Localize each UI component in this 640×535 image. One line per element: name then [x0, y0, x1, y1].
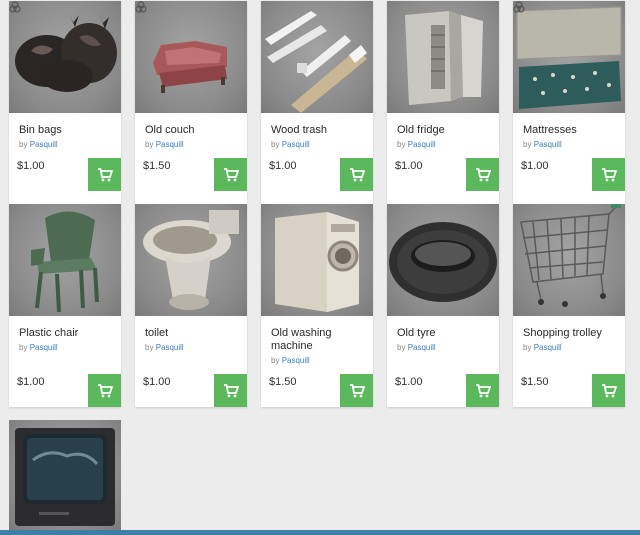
byline-prefix: by — [271, 356, 280, 365]
product-card[interactable]: Wood trash by Pasquill $1.00 — [261, 1, 373, 204]
product-byline: by Pasquill — [397, 140, 436, 149]
bottom-bar — [0, 530, 640, 535]
author-link[interactable]: Pasquill — [30, 343, 58, 352]
cart-icon — [223, 167, 239, 181]
add-to-cart-button[interactable] — [592, 374, 625, 407]
author-link[interactable]: Pasquill — [156, 140, 184, 149]
author-link[interactable]: Pasquill — [156, 343, 184, 352]
byline-prefix: by — [19, 343, 28, 352]
product-card[interactable]: Old washing machine by Pasquill $1.50 — [261, 204, 373, 407]
cart-icon — [475, 383, 491, 397]
product-card[interactable]: Shopping trolley by Pasquill $1.50 — [513, 204, 625, 407]
byline-prefix: by — [523, 140, 532, 149]
product-byline: by Pasquill — [271, 356, 310, 365]
product-price: $1.00 — [521, 160, 549, 172]
old-fridge-image[interactable] — [387, 1, 499, 113]
product-card[interactable]: Old fridge by Pasquill $1.00 — [387, 1, 499, 204]
product-title[interactable]: Wood trash — [271, 124, 367, 137]
product-title[interactable]: Plastic chair — [19, 327, 115, 340]
product-price: $1.00 — [17, 160, 45, 172]
add-to-cart-button[interactable] — [466, 374, 499, 407]
product-card[interactable]: Old couch by Pasquill $1.50 — [135, 1, 247, 204]
product-title[interactable]: Old tyre — [397, 327, 493, 340]
add-to-cart-button[interactable] — [88, 158, 121, 191]
byline-prefix: by — [397, 140, 406, 149]
author-link[interactable]: Pasquill — [282, 140, 310, 149]
product-title[interactable]: Old fridge — [397, 124, 493, 137]
author-link[interactable]: Pasquill — [408, 343, 436, 352]
byline-prefix: by — [145, 140, 154, 149]
byline-prefix: by — [271, 140, 280, 149]
product-title[interactable]: Old couch — [145, 124, 241, 137]
product-price: $1.00 — [17, 376, 45, 388]
bin-bags-image[interactable] — [9, 1, 121, 113]
product-title[interactable]: toilet — [145, 327, 241, 340]
byline-prefix: by — [523, 343, 532, 352]
add-to-cart-button[interactable] — [340, 158, 373, 191]
washing-machine-image[interactable] — [261, 204, 373, 316]
product-price: $1.00 — [395, 160, 423, 172]
product-byline: by Pasquill — [19, 343, 58, 352]
product-price: $1.50 — [143, 160, 171, 172]
tyre-image[interactable] — [387, 204, 499, 316]
cart-icon — [97, 383, 113, 397]
product-card[interactable]: Mattresses by Pasquill $1.00 — [513, 1, 625, 204]
toilet-image[interactable] — [135, 204, 247, 316]
product-card[interactable]: toilet by Pasquill $1.00 — [135, 204, 247, 407]
cart-icon — [97, 167, 113, 181]
product-title[interactable]: Bin bags — [19, 124, 115, 137]
old-tv-image[interactable] — [9, 420, 121, 532]
add-to-cart-button[interactable] — [214, 158, 247, 191]
cart-icon — [601, 383, 617, 397]
product-price: $1.00 — [143, 376, 171, 388]
author-link[interactable]: Pasquill — [282, 356, 310, 365]
substance-badge-icon — [9, 1, 21, 13]
product-byline: by Pasquill — [397, 343, 436, 352]
product-price: $1.50 — [521, 376, 549, 388]
product-card[interactable]: Old tyre by Pasquill $1.00 — [387, 204, 499, 407]
add-to-cart-button[interactable] — [88, 374, 121, 407]
old-couch-image[interactable] — [135, 1, 247, 113]
product-grid: Bin bags by Pasquill $1.00 Old couch by … — [0, 0, 640, 535]
product-title[interactable]: Shopping trolley — [523, 327, 619, 340]
mattresses-image[interactable] — [513, 1, 625, 113]
product-title[interactable]: Mattresses — [523, 124, 619, 137]
product-byline: by Pasquill — [145, 343, 184, 352]
cart-icon — [349, 167, 365, 181]
product-price: $1.00 — [269, 160, 297, 172]
product-price: $1.50 — [269, 376, 297, 388]
product-title[interactable]: Old washing machine — [271, 327, 367, 353]
substance-badge-icon — [513, 1, 525, 13]
add-to-cart-button[interactable] — [466, 158, 499, 191]
plastic-chair-image[interactable] — [9, 204, 121, 316]
wood-trash-image[interactable] — [261, 1, 373, 113]
byline-prefix: by — [145, 343, 154, 352]
product-card[interactable]: Bin bags by Pasquill $1.00 — [9, 1, 121, 204]
product-byline: by Pasquill — [19, 140, 58, 149]
add-to-cart-button[interactable] — [214, 374, 247, 407]
product-card[interactable]: Plastic chair by Pasquill $1.00 — [9, 204, 121, 407]
product-price: $1.00 — [395, 376, 423, 388]
author-link[interactable]: Pasquill — [534, 140, 562, 149]
product-byline: by Pasquill — [271, 140, 310, 149]
byline-prefix: by — [397, 343, 406, 352]
cart-icon — [223, 383, 239, 397]
cart-icon — [475, 167, 491, 181]
cart-icon — [601, 167, 617, 181]
author-link[interactable]: Pasquill — [534, 343, 562, 352]
byline-prefix: by — [19, 140, 28, 149]
product-byline: by Pasquill — [523, 140, 562, 149]
author-link[interactable]: Pasquill — [30, 140, 58, 149]
product-byline: by Pasquill — [145, 140, 184, 149]
shopping-trolley-image[interactable] — [513, 204, 625, 316]
product-byline: by Pasquill — [523, 343, 562, 352]
add-to-cart-button[interactable] — [340, 374, 373, 407]
add-to-cart-button[interactable] — [592, 158, 625, 191]
cart-icon — [349, 383, 365, 397]
substance-badge-icon — [135, 1, 147, 13]
author-link[interactable]: Pasquill — [408, 140, 436, 149]
